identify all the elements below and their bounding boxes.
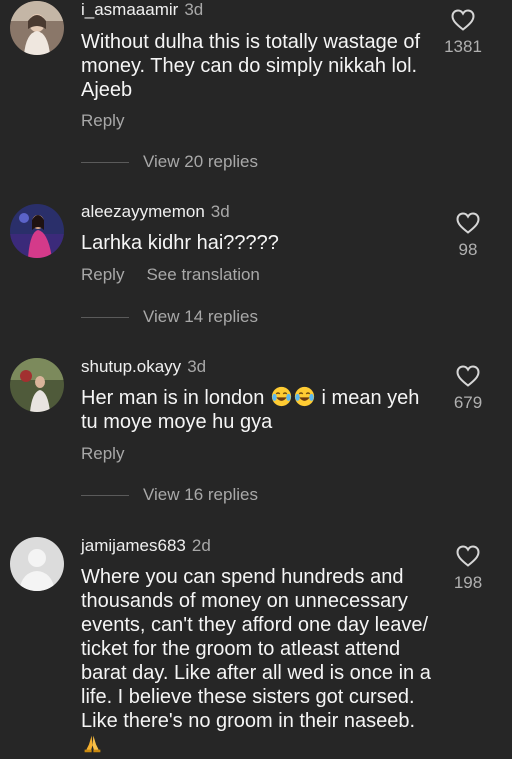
comment-time: 3d <box>184 0 204 19</box>
see-translation-button[interactable]: See translation <box>146 265 259 284</box>
avatar[interactable] <box>10 358 64 412</box>
comment-text: Her man is in london i mean yeh tu moye … <box>81 386 433 434</box>
view-replies-label[interactable]: View 16 replies <box>143 485 258 504</box>
username[interactable]: aleezayymemon <box>81 202 205 221</box>
like-column: 679 <box>438 365 498 413</box>
avatar[interactable] <box>10 537 64 591</box>
replies-divider <box>81 162 129 164</box>
like-count: 1381 <box>444 37 482 56</box>
face-with-tears-of-joy-icon <box>271 386 292 407</box>
comment-time: 2d <box>191 536 211 555</box>
comment-meta: shutup.okayy 3d <box>81 357 206 377</box>
view-replies-label[interactable]: View 20 replies <box>143 152 258 171</box>
comment-text-part: Her man is in london <box>81 387 270 409</box>
comment-meta: i_asmaaamir 3d <box>81 0 203 20</box>
like-column: 198 <box>438 545 498 593</box>
comment-actions: Reply <box>81 444 124 464</box>
heart-icon[interactable] <box>456 212 480 234</box>
reply-button[interactable]: Reply <box>81 444 124 463</box>
like-count: 679 <box>453 393 483 412</box>
view-replies-label[interactable]: View 14 replies <box>143 307 258 326</box>
comment-actions: Reply See translation <box>81 265 260 285</box>
default-avatar-icon <box>10 537 64 591</box>
view-replies-button[interactable]: View 16 replies <box>81 485 258 505</box>
like-column: 1381 <box>433 9 493 57</box>
comment-meta: jamijames683 2d <box>81 536 211 556</box>
comment-text: Where you can spend hundreds and thousan… <box>81 565 433 757</box>
reply-button[interactable]: Reply <box>81 111 124 130</box>
like-column: 98 <box>438 212 498 260</box>
comment-text: Without dulha this is totally wastage of… <box>81 31 421 101</box>
heart-icon[interactable] <box>456 365 480 387</box>
face-with-tears-of-joy-icon <box>294 386 315 407</box>
comment-text: Larhka kidhr hai????? <box>81 232 279 254</box>
username[interactable]: i_asmaaamir <box>81 0 178 19</box>
username[interactable]: jamijames683 <box>81 536 186 555</box>
username[interactable]: shutup.okayy <box>81 357 181 376</box>
view-replies-button[interactable]: View 20 replies <box>81 152 258 172</box>
comment-time: 3d <box>187 357 207 376</box>
avatar[interactable] <box>10 1 64 55</box>
heart-icon[interactable] <box>456 545 480 567</box>
comment-time: 3d <box>210 202 230 221</box>
avatar[interactable] <box>10 204 64 258</box>
like-count: 98 <box>458 240 478 259</box>
comment-meta: aleezayymemon 3d <box>81 202 230 222</box>
like-count: 198 <box>453 573 483 592</box>
folded-hands-icon <box>84 735 101 753</box>
view-replies-button[interactable]: View 14 replies <box>81 307 258 327</box>
replies-divider <box>81 317 129 319</box>
comment-actions: Reply <box>81 111 124 131</box>
heart-icon[interactable] <box>451 9 475 31</box>
comment-text-part: Where you can spend hundreds and thousan… <box>81 566 431 732</box>
replies-divider <box>81 495 129 497</box>
reply-button[interactable]: Reply <box>81 265 124 284</box>
